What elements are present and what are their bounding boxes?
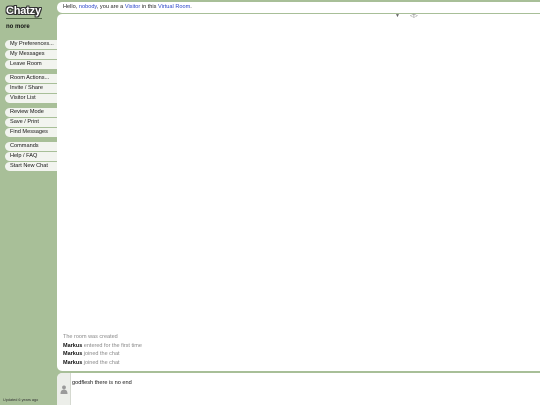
menu-commands[interactable]: Commands xyxy=(5,142,57,151)
role-link[interactable]: Visitor xyxy=(125,4,140,10)
input-side-panel xyxy=(57,373,71,405)
logo-underline xyxy=(6,18,42,19)
message-row: Markus joined the chat xyxy=(63,359,142,368)
room-name: no more xyxy=(6,24,30,30)
menu-my-messages[interactable]: My Messages xyxy=(5,50,57,59)
menu-group-account: My Preferences... My Messages Leave Room xyxy=(5,40,57,70)
greeting-end: . xyxy=(190,4,192,10)
greeting-in: in this xyxy=(141,4,157,10)
message-row: Markus joined the chat xyxy=(63,350,142,359)
menu-start-new-chat[interactable]: Start New Chat xyxy=(5,162,57,171)
menu-find-messages[interactable]: Find Messages xyxy=(5,128,57,137)
room-type-link[interactable]: Virtual Room xyxy=(158,4,190,10)
menu-review-mode[interactable]: Review Mode xyxy=(5,108,57,117)
message-text: entered for the first time xyxy=(83,342,142,349)
message-author[interactable]: Markus xyxy=(63,351,82,357)
menu-group-room: Room Actions... Invite / Share Visitor L… xyxy=(5,74,57,104)
menu-help-faq[interactable]: Help / FAQ xyxy=(5,152,57,161)
menu-my-preferences[interactable]: My Preferences... xyxy=(5,40,57,49)
message-text: joined the chat xyxy=(83,351,120,357)
scroll-down-icon[interactable]: ▼ xyxy=(395,13,400,19)
message-author[interactable]: Markus xyxy=(63,360,82,366)
expand-icon[interactable]: ◁▷ xyxy=(410,13,418,19)
message-author[interactable]: Markus xyxy=(63,343,82,349)
updated-timestamp: Updated 6 years ago xyxy=(3,398,39,402)
menu-visitor-list[interactable]: Visitor List xyxy=(5,94,57,103)
greeting-mid: , you are a xyxy=(96,4,124,10)
message-text: The room was created xyxy=(63,334,118,340)
chatzy-logo[interactable]: Chatzy xyxy=(6,5,41,17)
message-list: The room was created Markus entered for … xyxy=(63,333,142,367)
chat-panel: ▼ ◁▷ The room was created Markus entered… xyxy=(57,13,540,371)
menu-save-print[interactable]: Save / Print xyxy=(5,118,57,127)
message-row: Markus entered for the first time xyxy=(63,342,142,351)
person-icon[interactable] xyxy=(60,385,68,394)
message-text: joined the chat xyxy=(83,359,120,366)
greeting-bar: Hello, nobody, you are a Visitor in this… xyxy=(57,2,540,13)
menu-leave-room[interactable]: Leave Room xyxy=(5,60,57,69)
sidebar: Chatzy no more My Preferences... My Mess… xyxy=(0,0,57,405)
menu-invite-share[interactable]: Invite / Share xyxy=(5,84,57,93)
menu-group-review: Review Mode Save / Print Find Messages xyxy=(5,108,57,138)
greeting-text: Hello, nobody, you are a Visitor in this… xyxy=(63,4,192,10)
menu-room-actions[interactable]: Room Actions... xyxy=(5,74,57,83)
input-bar xyxy=(57,373,540,405)
message-row: The room was created xyxy=(63,333,142,342)
message-input[interactable] xyxy=(72,376,532,390)
menu-group-help: Commands Help / FAQ Start New Chat xyxy=(5,142,57,172)
greeting-hello: Hello, xyxy=(63,4,78,10)
user-name-link[interactable]: nobody xyxy=(79,4,97,10)
